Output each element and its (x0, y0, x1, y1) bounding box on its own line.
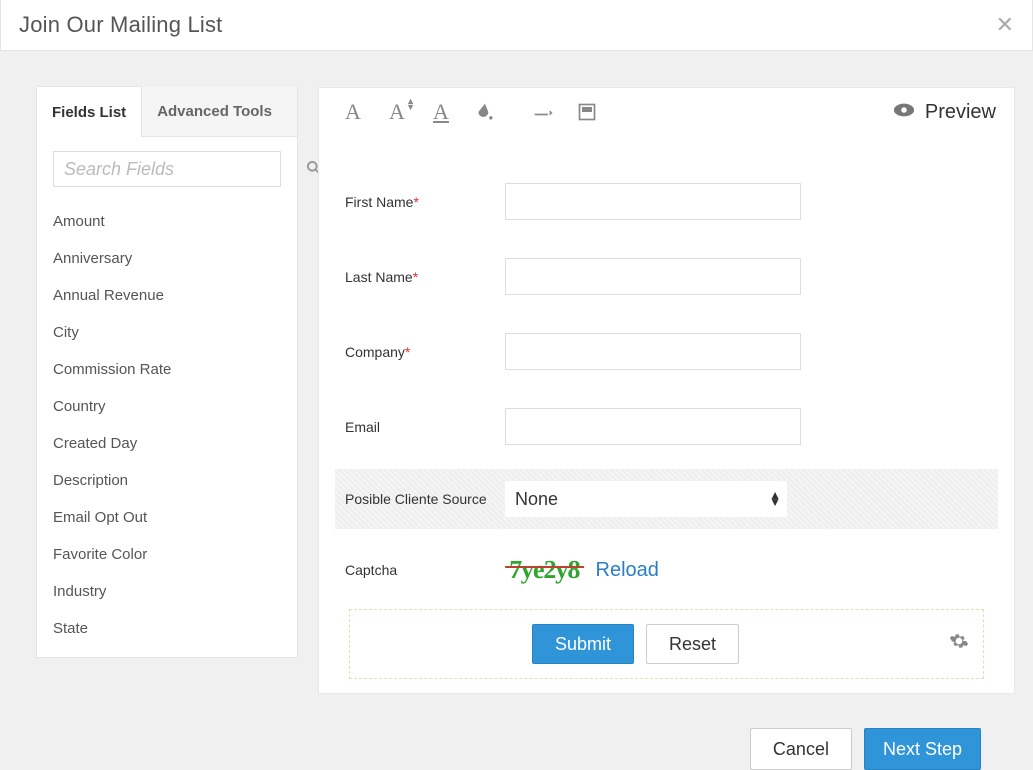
form-body: First Name* Last Name* Company* Email Po… (319, 137, 1014, 679)
gear-icon[interactable] (949, 631, 969, 657)
font-size-icon[interactable]: A▲▼ (385, 100, 409, 124)
label-email: Email (345, 419, 505, 435)
tab-advanced-tools[interactable]: Advanced Tools (142, 87, 297, 137)
field-item[interactable]: Description (37, 462, 297, 499)
row-email: Email (335, 396, 998, 457)
search-input[interactable] (64, 159, 298, 180)
page-title: Join Our Mailing List (19, 12, 223, 38)
field-item[interactable]: Commission Rate (37, 351, 297, 388)
label-source: Posible Cliente Source (345, 491, 505, 507)
layout-icon[interactable] (575, 100, 599, 124)
input-email[interactable] (505, 408, 801, 445)
select-source-value: None (515, 489, 558, 510)
search-box (53, 151, 281, 187)
format-toolbar: A A▲▼ A Preview (319, 88, 1014, 137)
border-icon[interactable] (531, 100, 555, 124)
field-item[interactable]: Anniversary (37, 240, 297, 277)
row-first-name: First Name* (335, 171, 998, 232)
field-item[interactable]: Email Opt Out (37, 499, 297, 536)
next-step-button[interactable]: Next Step (864, 728, 981, 770)
search-wrap (37, 137, 297, 197)
submit-button[interactable]: Submit (532, 624, 634, 664)
captcha-reload-link[interactable]: Reload (596, 559, 659, 582)
preview-button[interactable]: Preview (893, 101, 996, 124)
field-item[interactable]: Favorite Color (37, 536, 297, 573)
work-area: Fields List Advanced Tools Amount Annive… (0, 51, 1033, 710)
cancel-button[interactable]: Cancel (750, 728, 852, 770)
label-company: Company* (345, 344, 505, 360)
fields-list: Amount Anniversary Annual Revenue City C… (37, 197, 297, 657)
modal-header: Join Our Mailing List ✕ (0, 0, 1033, 51)
fill-color-icon[interactable] (473, 100, 497, 124)
field-item[interactable]: State (37, 610, 297, 647)
close-icon[interactable]: ✕ (996, 12, 1014, 38)
select-source[interactable]: None ▲▼ (505, 481, 787, 517)
input-company[interactable] (505, 333, 801, 370)
form-canvas: A A▲▼ A Preview First Name* (318, 87, 1015, 694)
sidebar-tabs: Fields List Advanced Tools (37, 87, 297, 137)
field-item[interactable]: City (37, 314, 297, 351)
field-item[interactable]: Country (37, 388, 297, 425)
font-color-icon[interactable]: A (429, 100, 453, 124)
fields-panel: Fields List Advanced Tools Amount Annive… (36, 87, 298, 658)
input-first-name[interactable] (505, 183, 801, 220)
row-source: Posible Cliente Source None ▲▼ (335, 469, 998, 529)
row-last-name: Last Name* (335, 246, 998, 307)
field-item[interactable]: Amount (37, 203, 297, 240)
wizard-footer: Cancel Next Step (0, 710, 1033, 770)
input-last-name[interactable] (505, 258, 801, 295)
label-last-name: Last Name* (345, 269, 505, 285)
field-item[interactable]: Industry (37, 573, 297, 610)
label-captcha: Captcha (345, 562, 505, 578)
row-captcha: Captcha 7ye2y8 Reload (335, 545, 998, 585)
row-company: Company* (335, 321, 998, 382)
preview-label: Preview (925, 101, 996, 124)
font-family-icon[interactable]: A (341, 100, 365, 124)
chevron-updown-icon: ▲▼ (769, 492, 781, 506)
eye-icon (893, 101, 915, 124)
label-first-name: First Name* (345, 194, 505, 210)
field-item[interactable]: Annual Revenue (37, 277, 297, 314)
field-item[interactable]: Created Day (37, 425, 297, 462)
tab-fields-list[interactable]: Fields List (37, 86, 142, 137)
reset-button[interactable]: Reset (646, 624, 739, 664)
submit-row: Submit Reset (349, 609, 984, 679)
captcha-image: 7ye2y8 (504, 555, 584, 585)
